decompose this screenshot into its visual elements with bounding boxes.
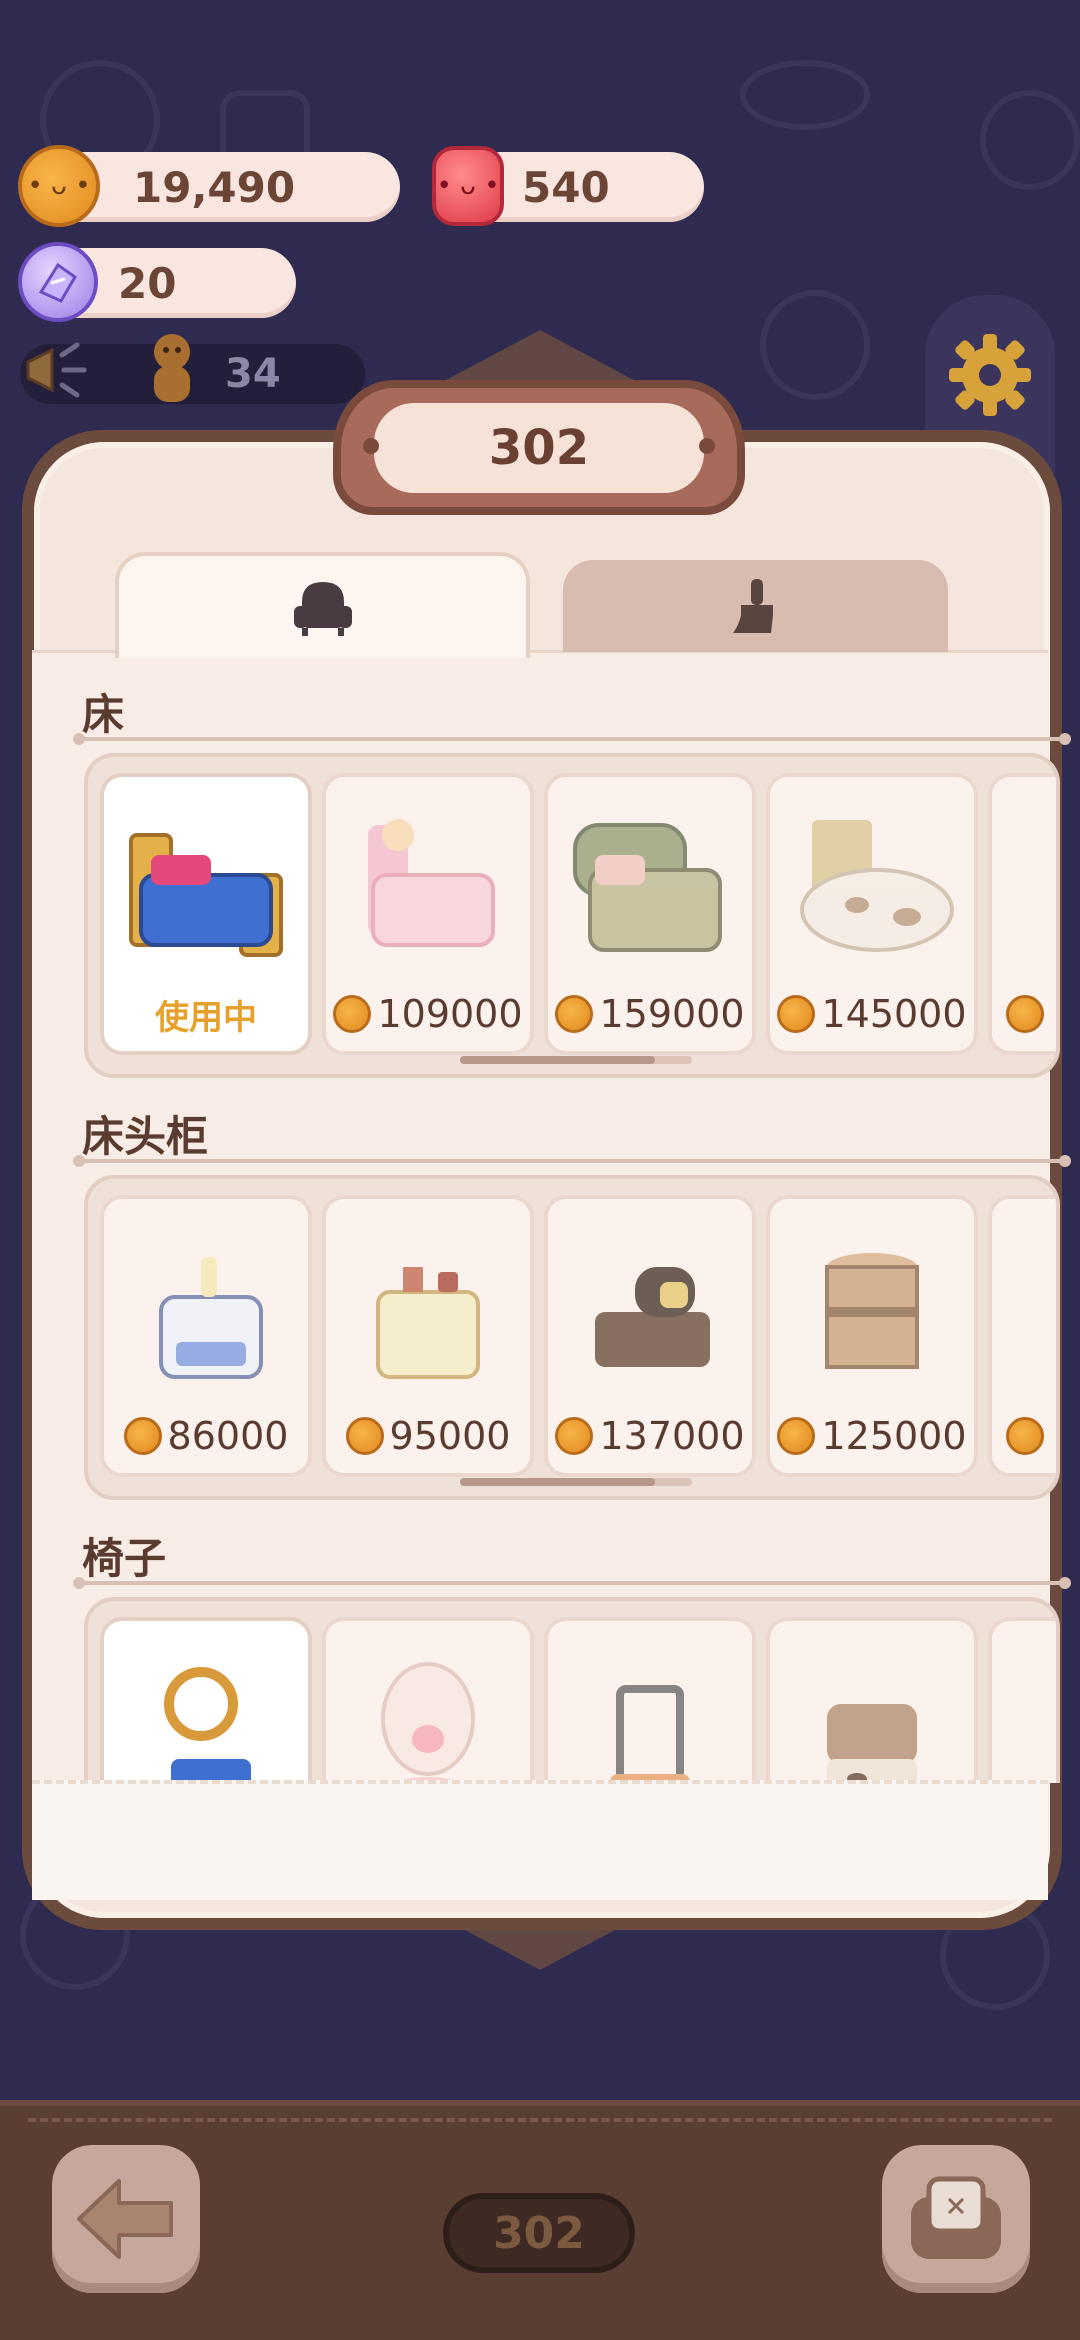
in-use-label: 使用中 — [155, 997, 257, 1038]
list-footer — [32, 1780, 1048, 1900]
category-tabs — [100, 552, 960, 658]
item-card[interactable]: 125000 — [766, 1195, 978, 1477]
item-card[interactable]: 使用中 — [100, 773, 312, 1055]
cookie-coin-icon — [555, 1417, 594, 1455]
item-card[interactable]: 159000 — [544, 773, 756, 1055]
item-price: 125000 — [821, 1414, 967, 1458]
cookie-coin-icon — [345, 1417, 384, 1455]
gingerbread-icon — [140, 330, 204, 408]
nightstand-thumbnail — [564, 1219, 736, 1404]
item-card[interactable] — [100, 1617, 312, 1783]
paint-brush-icon — [732, 579, 773, 633]
tv-sofa-icon — [911, 2176, 1001, 2259]
item-card-partial[interactable] — [988, 773, 1056, 1055]
armchair-icon — [293, 582, 352, 636]
item-card[interactable]: 95000 — [322, 1195, 534, 1477]
chair-thumbnail — [120, 1641, 292, 1783]
doodle-icon — [760, 290, 870, 400]
section-divider — [73, 733, 1071, 745]
item-card[interactable]: 109000 — [322, 773, 534, 1055]
horizontal-scrollbar[interactable] — [460, 1056, 692, 1064]
cookie-coin-icon — [123, 1417, 162, 1455]
coin-value: 19,490 — [133, 162, 296, 212]
room-number: 302 — [488, 419, 590, 476]
item-card[interactable] — [766, 1617, 978, 1783]
room-label-badge: 302 — [443, 2193, 635, 2273]
tab-wallpaper[interactable] — [563, 560, 948, 652]
item-card[interactable]: 137000 — [544, 1195, 756, 1477]
item-price: 109000 — [377, 992, 523, 1036]
cookie-coin-icon — [333, 995, 372, 1033]
nightstand-thumbnail — [786, 1219, 958, 1404]
cookie-coin-icon — [777, 995, 816, 1033]
item-card[interactable] — [544, 1617, 756, 1783]
bed-thumbnail — [342, 797, 514, 982]
cookie-coin-icon: • ᴗ • — [18, 145, 100, 227]
shelf-chair[interactable] — [84, 1597, 1060, 1783]
bed-thumbnail — [786, 797, 958, 982]
room-label: 302 — [493, 2207, 585, 2259]
item-price: 95000 — [389, 1414, 511, 1458]
cookie-coin-icon — [777, 1417, 816, 1455]
cookie-coin-icon — [555, 995, 594, 1033]
nightstand-thumbnail — [120, 1219, 292, 1404]
room-number-plate: 302 — [333, 380, 745, 515]
item-card-partial[interactable] — [988, 1195, 1056, 1477]
megaphone-icon — [22, 330, 92, 410]
bed-thumbnail — [564, 797, 736, 982]
section-title-nightstand: 床头柜 — [82, 1112, 209, 1161]
crystal-value: 20 — [118, 258, 177, 308]
section-divider — [73, 1155, 1071, 1167]
furniture-list[interactable]: 床 使用中 109000 159000 145000 床头柜 86000 950… — [32, 650, 1071, 1783]
chair-thumbnail — [564, 1641, 736, 1783]
item-card[interactable]: 86000 — [100, 1195, 312, 1477]
item-price: 145000 — [821, 992, 967, 1036]
chair-thumbnail — [342, 1641, 514, 1783]
jelly-candle-icon: • ᴗ • — [432, 146, 504, 226]
section-divider — [73, 1577, 1071, 1589]
room-decor-button[interactable] — [882, 2145, 1030, 2293]
item-card[interactable]: 145000 — [766, 773, 978, 1055]
tab-furniture[interactable] — [115, 552, 530, 658]
section-title-bed: 床 — [82, 690, 125, 739]
crystal-candy-icon — [18, 242, 98, 322]
section-title-chair: 椅子 — [82, 1534, 167, 1583]
bed-thumbnail — [120, 797, 292, 982]
item-card-partial[interactable] — [988, 1617, 1056, 1783]
cookie-coin-icon — [1006, 995, 1044, 1033]
item-price: 137000 — [599, 1414, 745, 1458]
item-price: 159000 — [599, 992, 745, 1036]
jelly-value: 540 — [522, 162, 610, 212]
notice-count: 34 — [225, 351, 281, 397]
shelf-bed[interactable]: 使用中 109000 159000 145000 — [84, 753, 1060, 1078]
cookie-coin-icon — [1006, 1417, 1044, 1455]
chair-thumbnail — [786, 1641, 958, 1783]
back-button[interactable] — [52, 2145, 200, 2293]
shelf-nightstand[interactable]: 86000 95000 137000 125000 — [84, 1175, 1060, 1500]
gear-icon — [949, 334, 1031, 416]
doodle-icon — [980, 90, 1080, 190]
nightstand-thumbnail — [342, 1219, 514, 1404]
planet-doodle-icon — [740, 60, 870, 130]
horizontal-scrollbar[interactable] — [460, 1478, 692, 1486]
item-price: 86000 — [167, 1414, 289, 1458]
back-arrow-icon — [77, 2179, 173, 2259]
item-card[interactable] — [322, 1617, 534, 1783]
